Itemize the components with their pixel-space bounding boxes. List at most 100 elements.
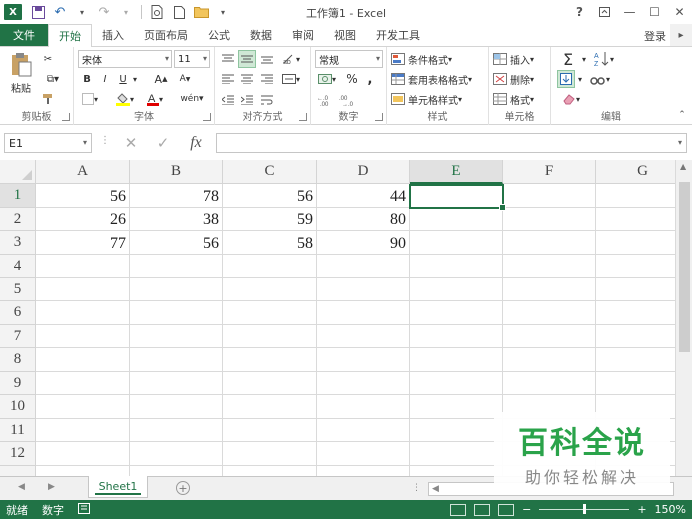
autosum-button[interactable]: Σ <box>557 49 579 69</box>
open-folder-icon[interactable] <box>191 3 211 21</box>
format-painter-icon[interactable] <box>40 91 56 107</box>
row-header-11[interactable]: 11 <box>0 419 36 442</box>
decrease-indent-icon[interactable] <box>219 91 237 109</box>
find-select-icon[interactable]: ▾ <box>587 70 613 88</box>
expand-formula-bar-icon[interactable]: ▾ <box>678 138 682 147</box>
bold-button[interactable]: B <box>80 71 94 87</box>
formula-input[interactable]: ▾ <box>216 133 687 153</box>
cell-b3[interactable]: 56 <box>130 232 222 255</box>
fill-color-icon[interactable]: ▾ <box>112 91 138 107</box>
row-header-1[interactable]: 1 <box>0 184 36 208</box>
increase-decimal-icon[interactable]: ←.0.00 <box>315 91 335 109</box>
cell-d2[interactable]: 80 <box>317 208 409 231</box>
font-size-combo[interactable]: 11 ▾ <box>174 50 210 68</box>
zoom-in-icon[interactable]: + <box>637 503 646 516</box>
row-header-3[interactable]: 3 <box>0 231 36 255</box>
row-header-5[interactable]: 5 <box>0 278 36 301</box>
cell-d3[interactable]: 90 <box>317 232 409 255</box>
zoom-slider[interactable] <box>539 504 630 514</box>
scroll-thumb[interactable] <box>679 182 690 352</box>
confirm-entry-button[interactable]: ✓ <box>150 133 176 153</box>
select-all-button[interactable] <box>0 160 36 184</box>
redo-dropdown-icon[interactable]: ▾ <box>116 3 136 21</box>
column-header-a[interactable]: A <box>36 160 130 184</box>
cell-b2[interactable]: 38 <box>130 208 222 231</box>
merge-center-icon[interactable]: ▾ <box>278 70 304 88</box>
row-header-6[interactable]: 6 <box>0 301 36 325</box>
paste-button[interactable]: 粘贴 <box>6 51 36 95</box>
format-as-table-button[interactable]: 套用表格格式 ▾ <box>391 70 487 88</box>
fill-dropdown-icon[interactable]: ▾ <box>575 70 585 88</box>
cell-c2[interactable]: 59 <box>223 208 316 231</box>
column-header-c[interactable]: C <box>223 160 317 184</box>
copy-icon[interactable]: ⧉▾ <box>40 71 66 87</box>
align-center-icon[interactable] <box>238 70 256 88</box>
font-launcher-icon[interactable] <box>203 113 211 121</box>
page-layout-view-icon[interactable] <box>474 503 491 516</box>
cut-icon[interactable]: ✂ <box>40 51 56 67</box>
cell-a3[interactable]: 77 <box>36 232 129 255</box>
tab-review[interactable]: 审阅 <box>282 24 324 46</box>
tab-home[interactable]: 开始 <box>48 24 92 47</box>
number-launcher-icon[interactable] <box>375 113 383 121</box>
close-button[interactable]: ✕ <box>667 0 692 24</box>
tab-view[interactable]: 视图 <box>324 24 366 46</box>
tab-formulas[interactable]: 公式 <box>198 24 240 46</box>
tab-data[interactable]: 数据 <box>240 24 282 46</box>
conditional-format-button[interactable]: 条件格式 ▾ <box>391 50 483 68</box>
autosum-dropdown-icon[interactable]: ▾ <box>579 49 589 69</box>
cell-a1[interactable]: 56 <box>36 185 129 208</box>
sort-filter-icon[interactable]: A Z ▾ <box>591 49 617 69</box>
normal-view-icon[interactable] <box>450 503 467 516</box>
page-break-view-icon[interactable] <box>498 503 515 516</box>
row-header-7[interactable]: 7 <box>0 325 36 348</box>
row-header-2[interactable]: 2 <box>0 208 36 231</box>
prev-sheet-icon[interactable]: ◀ <box>18 482 25 492</box>
row-header-10[interactable]: 10 <box>0 395 36 419</box>
row-header-8[interactable]: 8 <box>0 348 36 372</box>
scroll-up-icon[interactable]: ▲ <box>680 162 686 171</box>
cell-b1[interactable]: 78 <box>130 185 222 208</box>
column-header-d[interactable]: D <box>317 160 410 184</box>
align-top-icon[interactable] <box>219 50 237 68</box>
comma-button[interactable]: , <box>363 70 377 88</box>
sheet-tab-sheet1[interactable]: Sheet1 <box>88 476 148 498</box>
name-box[interactable]: E1 ▾ <box>4 133 92 153</box>
cancel-entry-button[interactable]: ✕ <box>118 133 144 153</box>
tab-file[interactable]: 文件 <box>0 24 48 46</box>
wrap-text-icon[interactable] <box>258 91 276 109</box>
help-button[interactable]: ? <box>567 0 592 24</box>
clipboard-launcher-icon[interactable] <box>62 113 70 121</box>
insert-function-button[interactable]: fx <box>183 133 209 153</box>
next-sheet-icon[interactable]: ▶ <box>48 482 55 492</box>
align-right-icon[interactable] <box>258 70 276 88</box>
undo-icon[interactable]: ↶ <box>50 3 70 21</box>
cell-styles-button[interactable]: 单元格样式 ▾ <box>391 90 483 108</box>
row-header-9[interactable]: 9 <box>0 372 36 395</box>
row-header-4[interactable]: 4 <box>0 255 36 278</box>
decrease-decimal-icon[interactable]: .00 →.0 <box>337 91 357 109</box>
fill-down-icon[interactable] <box>557 70 575 88</box>
clear-icon[interactable]: ▾ <box>557 90 585 108</box>
orientation-icon[interactable]: ab ▾ <box>278 50 304 68</box>
zoom-out-icon[interactable]: − <box>522 503 531 516</box>
delete-cells-button[interactable]: 删除 ▾ <box>493 70 549 88</box>
macro-record-icon[interactable] <box>78 502 90 517</box>
row-header-12[interactable]: 12 <box>0 442 36 466</box>
font-name-combo[interactable]: 宋体 ▾ <box>78 50 172 68</box>
hscroll-split-icon[interactable]: ⋮ <box>412 483 421 493</box>
login-link[interactable]: 登录 <box>644 28 666 44</box>
maximize-button[interactable]: ☐ <box>642 0 667 24</box>
ribbon-display-button[interactable] <box>592 0 617 24</box>
column-header-f[interactable]: F <box>503 160 596 184</box>
align-bottom-icon[interactable] <box>258 50 276 68</box>
format-cells-button[interactable]: 格式 ▾ <box>493 90 549 108</box>
number-format-combo[interactable]: 常规 ▾ <box>315 50 383 68</box>
percent-button[interactable]: % <box>345 70 359 88</box>
align-left-icon[interactable] <box>219 70 237 88</box>
font-color-icon[interactable]: A ▾ <box>142 91 168 107</box>
save-icon[interactable] <box>28 3 48 21</box>
row-header-13[interactable] <box>0 466 36 476</box>
borders-icon[interactable]: ▾ <box>78 91 102 107</box>
underline-button[interactable]: U <box>116 71 130 87</box>
